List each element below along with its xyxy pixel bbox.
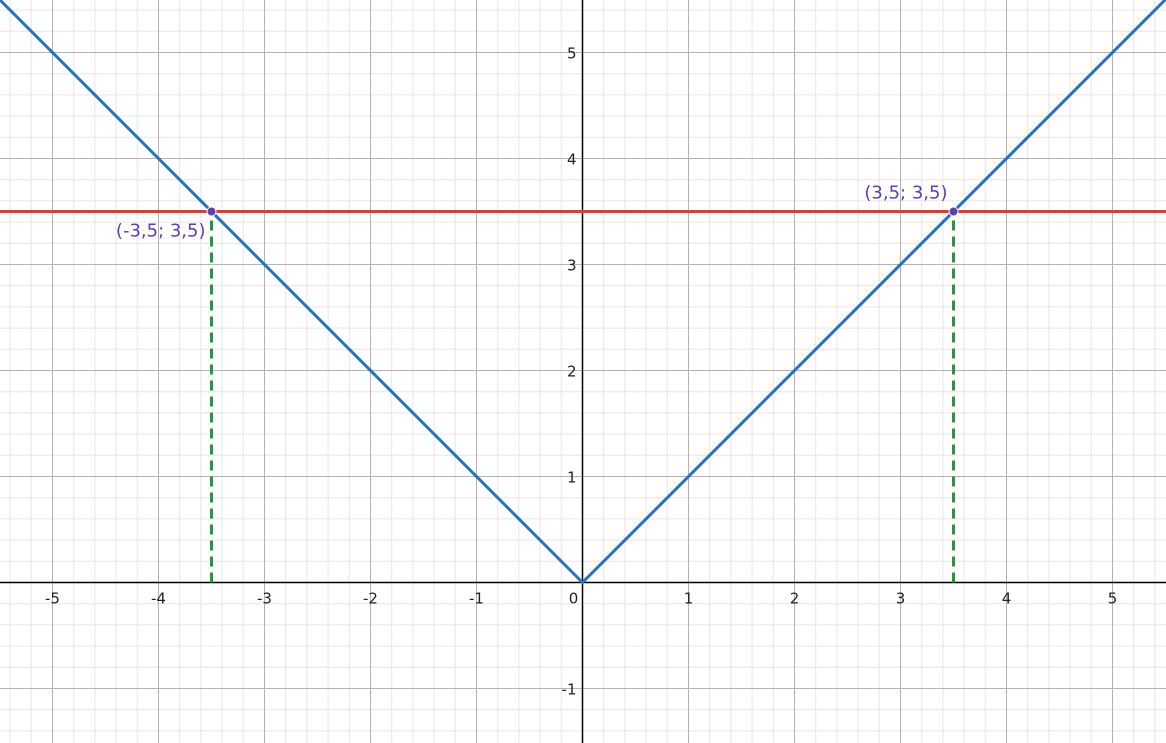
graph-canvas[interactable]: -5 -4 -3 -2 -1 0 1 2 3 4 5 -1 1 2 3 4 5 (-3,5; 3,5) (3,5;… xyxy=(0,0,1166,743)
x-tick-label: 1 xyxy=(684,590,694,608)
y-tick-label: 3 xyxy=(567,257,577,275)
x-tick-label: 5 xyxy=(1108,590,1118,608)
point-label-2: (3,5; 3,5) xyxy=(864,183,947,204)
y-tick-label: -1 xyxy=(562,681,577,699)
x-tick-label: 2 xyxy=(790,590,800,608)
x-tick-label: -2 xyxy=(363,590,378,608)
x-tick-label: -1 xyxy=(469,590,484,608)
intersection-point-1[interactable] xyxy=(206,206,217,217)
y-tick-label: 5 xyxy=(567,45,577,63)
y-tick-label: 1 xyxy=(567,469,577,487)
y-tick-label: 2 xyxy=(567,363,577,381)
x-tick-label: -4 xyxy=(151,590,166,608)
x-tick-label: 3 xyxy=(896,590,906,608)
y-tick-label: 4 xyxy=(567,151,577,169)
intersection-point-2[interactable] xyxy=(948,206,959,217)
x-tick-label: -5 xyxy=(45,590,60,608)
point-label-1: (-3,5; 3,5) xyxy=(116,221,206,242)
x-tick-label: -3 xyxy=(257,590,272,608)
x-tick-label: 0 xyxy=(569,590,579,608)
x-tick-label: 4 xyxy=(1002,590,1012,608)
